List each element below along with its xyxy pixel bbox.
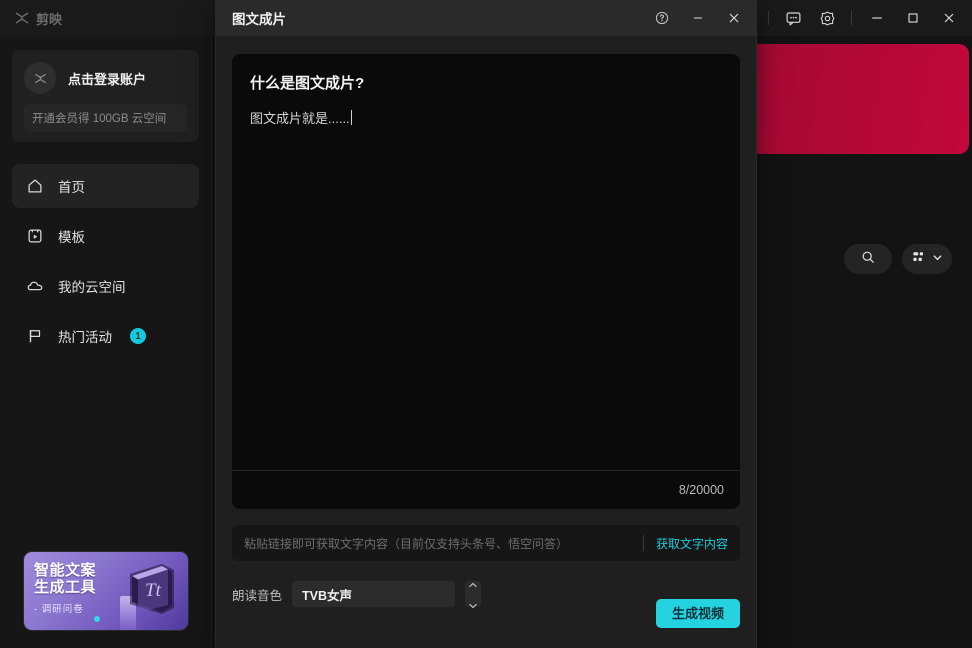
voice-label: 朗读音色 bbox=[232, 588, 283, 603]
dialog-body: 什么是图文成片? 图文成片就是...... 8/20000 粘贴链接即可获取文字… bbox=[216, 36, 756, 608]
sidebar-item-cloud[interactable]: 我的云空间 bbox=[12, 264, 199, 308]
sidebar-item-home[interactable]: 首页 bbox=[12, 164, 199, 208]
maximize-icon[interactable] bbox=[896, 2, 930, 34]
sidebar-item-label: 模板 bbox=[58, 230, 85, 245]
script-paragraph-row: 图文成片就是...... bbox=[250, 109, 722, 129]
minimize-icon[interactable] bbox=[860, 2, 894, 34]
chat-bubble-icon[interactable] bbox=[777, 4, 809, 32]
character-counter: 8/20000 bbox=[678, 483, 724, 497]
capcut-avatar-icon bbox=[24, 62, 56, 94]
link-input-placeholder[interactable]: 粘贴链接即可获取文字内容（目前仅支持头条号、悟空问答） bbox=[244, 535, 643, 552]
script-paragraph: 图文成片就是...... bbox=[250, 111, 350, 126]
voice-select[interactable]: TVB女声 bbox=[292, 581, 456, 607]
sidebar-item-template[interactable]: 模板 bbox=[12, 214, 199, 258]
capcut-logo-icon bbox=[14, 10, 30, 26]
script-heading: 什么是图文成片? bbox=[250, 75, 365, 92]
account-login-row[interactable]: 点击登录账户 bbox=[24, 62, 187, 94]
link-row-divider bbox=[642, 535, 644, 551]
promo-dot-decoration bbox=[94, 616, 100, 622]
content-toolbar bbox=[844, 244, 952, 274]
sidebar-item-badge: 1 bbox=[130, 328, 146, 344]
sidebar-nav: 首页 模板 我的云空间 热门活动 1 bbox=[0, 164, 211, 358]
voice-select-value: TVB女声 bbox=[302, 588, 353, 603]
chevron-down-icon bbox=[932, 250, 943, 268]
script-editor-content[interactable]: 什么是图文成片? 图文成片就是...... bbox=[232, 54, 740, 470]
dialog-footer: 生成视频 bbox=[655, 599, 740, 628]
template-icon bbox=[26, 227, 44, 245]
close-icon[interactable] bbox=[718, 4, 750, 32]
view-mode-button[interactable] bbox=[902, 244, 952, 274]
account-card[interactable]: 点击登录账户 开通会员得 100GB 云空间 bbox=[12, 50, 199, 142]
voice-stepper[interactable] bbox=[465, 581, 482, 608]
search-icon bbox=[860, 249, 876, 270]
promo-subtitle: - 调研问卷 bbox=[34, 604, 84, 615]
sidebar-item-label: 热门活动 bbox=[58, 330, 112, 345]
sidebar: 点击登录账户 开通会员得 100GB 云空间 首页 模板 我的云空间 热门活动 … bbox=[0, 36, 212, 648]
grid-view-icon bbox=[911, 249, 927, 270]
text-caret bbox=[350, 110, 352, 125]
script-editor[interactable]: 什么是图文成片? 图文成片就是...... 8/20000 bbox=[232, 54, 740, 509]
cloud-icon bbox=[26, 277, 44, 295]
dialog-titlebar-actions bbox=[646, 4, 750, 32]
sidebar-item-label: 首页 bbox=[58, 180, 85, 195]
fetch-text-button[interactable]: 获取文字内容 bbox=[656, 535, 728, 552]
character-counter-bar: 8/20000 bbox=[232, 470, 740, 509]
search-button[interactable] bbox=[844, 244, 892, 274]
minimize-icon[interactable] bbox=[682, 4, 714, 32]
chevron-up-icon[interactable] bbox=[468, 575, 478, 593]
chevron-down-icon[interactable] bbox=[468, 596, 478, 614]
link-import-row[interactable]: 粘贴链接即可获取文字内容（目前仅支持头条号、悟空问答） 获取文字内容 bbox=[232, 525, 740, 561]
dialog-title: 图文成片 bbox=[232, 12, 286, 27]
titlebar-divider bbox=[768, 11, 769, 25]
app-brand: 剪映 bbox=[14, 9, 62, 28]
sidebar-item-label: 我的云空间 bbox=[58, 280, 126, 295]
sidebar-item-activity[interactable]: 热门活动 1 bbox=[12, 314, 199, 358]
close-icon[interactable] bbox=[932, 2, 966, 34]
help-circle-icon[interactable] bbox=[646, 4, 678, 32]
main-titlebar-actions: 教程 bbox=[718, 0, 972, 36]
book-icon: Tt bbox=[130, 564, 174, 614]
promo-card[interactable]: 智能文案 生成工具 - 调研问卷 Tt bbox=[24, 552, 188, 630]
promo-line-1: 智能文案 bbox=[34, 562, 97, 579]
flag-icon bbox=[26, 327, 44, 345]
home-icon bbox=[26, 177, 44, 195]
promo-text: 智能文案 生成工具 - 调研问卷 bbox=[34, 562, 129, 615]
generate-video-button[interactable]: 生成视频 bbox=[655, 599, 740, 628]
app-brand-label: 剪映 bbox=[36, 11, 63, 27]
text-to-video-dialog: 图文成片 什么是图文成片? 图文成片就是...... 8/20000 粘贴链接即… bbox=[216, 0, 756, 648]
titlebar-divider-2 bbox=[851, 11, 852, 25]
dialog-titlebar: 图文成片 bbox=[216, 0, 756, 36]
account-login-label: 点击登录账户 bbox=[68, 71, 147, 87]
promo-line-2: 生成工具 bbox=[34, 579, 97, 596]
vip-upsell-label[interactable]: 开通会员得 100GB 云空间 bbox=[24, 104, 187, 132]
svg-text:Tt: Tt bbox=[145, 580, 162, 601]
gear-icon[interactable] bbox=[811, 4, 843, 32]
